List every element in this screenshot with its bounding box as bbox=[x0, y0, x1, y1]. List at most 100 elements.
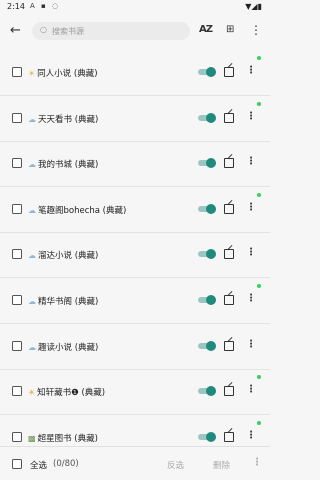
enable-toggle[interactable] bbox=[198, 295, 216, 305]
select-all-label[interactable]: 全选 bbox=[30, 459, 47, 471]
source-checkbox[interactable] bbox=[12, 249, 22, 260]
source-name: ☁ 我的书城 (典藏) bbox=[28, 158, 98, 170]
source-icon: ☁ bbox=[28, 205, 36, 215]
toggle-knob bbox=[206, 386, 216, 397]
source-checkbox[interactable] bbox=[12, 431, 22, 442]
source-name-label: 我的书城 (典藏) bbox=[38, 160, 99, 171]
back-arrow-icon[interactable]: ← bbox=[10, 24, 24, 38]
toggle-knob bbox=[206, 158, 216, 169]
delete-button[interactable]: 删除 bbox=[213, 459, 230, 471]
sort-az-icon[interactable]: AZ bbox=[199, 24, 213, 35]
enable-toggle[interactable] bbox=[198, 431, 216, 442]
source-row[interactable]: ☁ 笔趣阁bohecha (典藏) ⋮ bbox=[0, 187, 270, 233]
enable-toggle[interactable] bbox=[198, 249, 216, 260]
row-more-icon[interactable]: ⋮ bbox=[246, 65, 256, 76]
invert-selection-button[interactable]: 反选 bbox=[167, 459, 184, 471]
source-checkbox[interactable] bbox=[12, 340, 22, 351]
source-row[interactable]: ☁ 天天看书 (典藏) ⋮ bbox=[0, 96, 270, 142]
source-checkbox[interactable] bbox=[12, 295, 22, 305]
source-icon: ☁ bbox=[28, 297, 36, 306]
source-name-label: 趣读小说 (典藏) bbox=[38, 342, 99, 353]
source-name: ▩ 超星图书 (典藏) bbox=[28, 432, 98, 444]
edit-icon[interactable] bbox=[224, 203, 234, 214]
edit-icon[interactable] bbox=[224, 249, 234, 260]
row-more-icon[interactable]: ⋮ bbox=[246, 111, 256, 122]
source-name: ☁ 趣读小说 (典藏) bbox=[28, 341, 98, 353]
enable-toggle[interactable] bbox=[198, 386, 216, 397]
source-name: ☁ 天天看书 (典藏) bbox=[28, 113, 98, 125]
toggle-knob bbox=[206, 340, 216, 351]
source-name: ☁ 精华书阁 (典藏) bbox=[28, 295, 98, 307]
source-row[interactable]: ☁ 趣读小说 (典藏) ⋮ bbox=[0, 324, 270, 370]
update-dot bbox=[257, 101, 261, 106]
search-input[interactable]: ○ 搜索书源 bbox=[32, 22, 190, 40]
row-more-icon[interactable]: ⋮ bbox=[246, 339, 256, 350]
source-icon: ☁ bbox=[28, 114, 36, 124]
update-dot bbox=[257, 56, 261, 60]
source-row[interactable]: ☁ 我的书城 (典藏) ⋮ bbox=[0, 141, 270, 188]
source-icon: ☁ bbox=[28, 160, 36, 170]
overflow-menu-icon[interactable]: ⋮ bbox=[250, 23, 262, 37]
edit-icon[interactable] bbox=[224, 340, 234, 351]
edit-icon[interactable] bbox=[224, 386, 234, 397]
app-bar: ← ○ 搜索书源 AZ ⊞ ⋮ bbox=[0, 14, 270, 50]
edit-icon[interactable] bbox=[224, 431, 234, 442]
status-bar: 2:14 A ▪ ◌ ▼◢▮ bbox=[0, 0, 270, 14]
row-more-icon[interactable]: ⋮ bbox=[246, 202, 256, 213]
notification-icons: A ▪ ◌ bbox=[30, 2, 61, 10]
source-checkbox[interactable] bbox=[12, 158, 22, 169]
edit-icon[interactable] bbox=[224, 158, 234, 169]
source-row[interactable]: ☁ 精华书阁 (典藏) ⋮ bbox=[0, 278, 270, 324]
toggle-knob bbox=[206, 112, 216, 123]
source-name-label: 超星图书 (典藏) bbox=[37, 433, 98, 444]
status-time: 2:14 bbox=[7, 2, 25, 11]
source-name-label: 天天看书 (典藏) bbox=[38, 114, 99, 125]
enable-toggle[interactable] bbox=[198, 158, 216, 169]
source-name: ☀ 同人小说 (典藏) bbox=[28, 67, 98, 79]
update-dot bbox=[257, 192, 261, 197]
source-icon: ▩ bbox=[28, 433, 36, 443]
source-row[interactable]: ☀ 知轩藏书❶ (典藏) ⋮ bbox=[0, 369, 270, 416]
edit-icon[interactable] bbox=[224, 295, 234, 305]
enable-toggle[interactable] bbox=[198, 112, 216, 123]
edit-icon[interactable] bbox=[224, 112, 234, 123]
source-row[interactable]: ☁ 溜达小说 (典藏) ⋮ bbox=[0, 232, 270, 279]
source-name-label: 精华书阁 (典藏) bbox=[38, 297, 99, 307]
source-checkbox[interactable] bbox=[12, 67, 22, 77]
source-icon: ☁ bbox=[28, 342, 36, 352]
source-checkbox[interactable] bbox=[12, 112, 22, 123]
source-name-label: 笔趣阁bohecha (典藏) bbox=[38, 205, 127, 216]
toggle-knob bbox=[206, 67, 216, 77]
update-dot bbox=[257, 375, 261, 380]
enable-toggle[interactable] bbox=[198, 203, 216, 214]
row-more-icon[interactable]: ⋮ bbox=[246, 430, 256, 441]
row-more-icon[interactable]: ⋮ bbox=[246, 384, 256, 395]
edit-icon[interactable] bbox=[224, 67, 234, 77]
selected-count: (0/80) bbox=[53, 459, 79, 469]
source-icon: ☀ bbox=[28, 388, 36, 398]
source-checkbox[interactable] bbox=[12, 203, 22, 214]
source-row[interactable]: ▩ 超星图书 (典藏) ⋮ bbox=[0, 415, 270, 446]
group-icon[interactable]: ⊞ bbox=[226, 24, 234, 35]
source-checkbox[interactable] bbox=[12, 386, 22, 397]
toggle-knob bbox=[206, 295, 216, 305]
toggle-knob bbox=[206, 203, 216, 214]
source-icon: ☁ bbox=[28, 251, 36, 261]
source-name-label: 同人小说 (典藏) bbox=[37, 69, 98, 79]
source-name: ☀ 知轩藏书❶ (典藏) bbox=[28, 386, 105, 398]
source-icon: ☀ bbox=[28, 69, 36, 78]
source-list: ☀ 同人小说 (典藏) ⋮ ☁ 天天看书 (典藏) ⋮ ☁ 我的书城 (典藏) ⋮ ☁ 笔趣阁boh… bbox=[0, 50, 270, 446]
enable-toggle[interactable] bbox=[198, 340, 216, 351]
enable-toggle[interactable] bbox=[198, 67, 216, 77]
bottom-more-icon[interactable]: ⋮ bbox=[252, 457, 262, 468]
update-dot bbox=[257, 420, 261, 425]
source-name-label: 知轩藏书❶ (典藏) bbox=[37, 388, 106, 399]
row-more-icon[interactable]: ⋮ bbox=[246, 247, 256, 258]
row-more-icon[interactable]: ⋮ bbox=[246, 293, 256, 304]
row-more-icon[interactable]: ⋮ bbox=[246, 156, 256, 167]
select-all-checkbox[interactable] bbox=[12, 459, 22, 469]
search-placeholder: 搜索书源 bbox=[52, 27, 84, 36]
source-row[interactable]: ☀ 同人小说 (典藏) ⋮ bbox=[0, 50, 270, 96]
toggle-knob bbox=[206, 431, 216, 442]
toggle-knob bbox=[206, 249, 216, 260]
